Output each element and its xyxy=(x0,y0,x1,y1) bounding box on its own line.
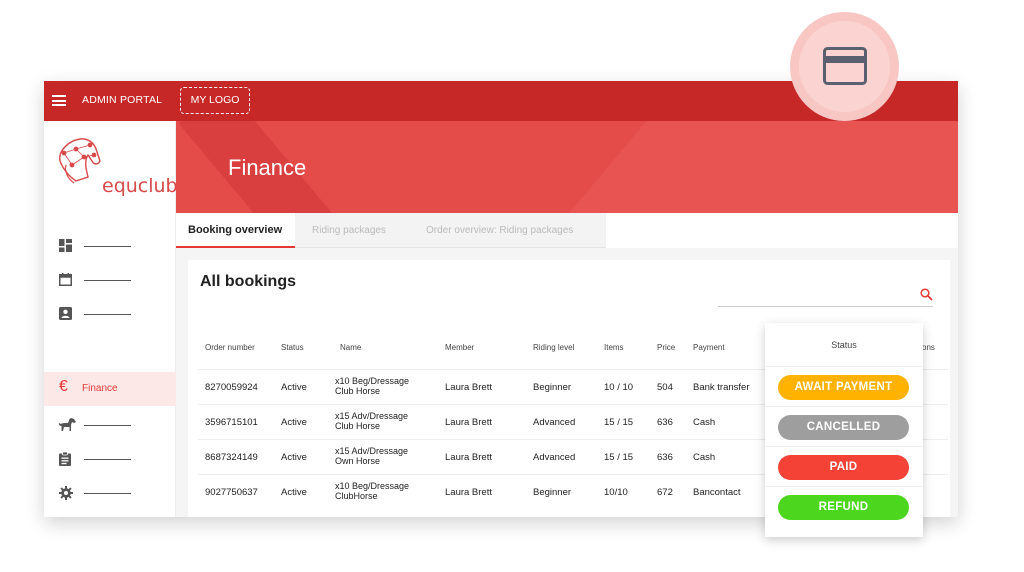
column-header[interactable]: Member xyxy=(445,343,474,352)
booking-name: x15 Adv/Dressage Club Horse xyxy=(335,411,409,431)
column-header[interactable]: Name xyxy=(340,343,361,352)
column-header[interactable]: Order number xyxy=(205,343,255,352)
tab-riding-packages[interactable]: Riding packages xyxy=(312,213,386,248)
logo-placeholder[interactable]: MY LOGO xyxy=(180,87,250,114)
price: 636 xyxy=(657,417,673,428)
price: 636 xyxy=(657,452,673,463)
card-title: All bookings xyxy=(200,273,296,290)
dashboard-icon xyxy=(59,239,73,253)
member: Laura Brett xyxy=(445,382,492,393)
member: Laura Brett xyxy=(445,487,492,498)
euro-icon: € xyxy=(59,378,68,395)
payment: Cash xyxy=(693,452,716,463)
gear-icon xyxy=(59,486,73,500)
status-await-payment-button[interactable]: AWAIT PAYMENT xyxy=(778,375,909,400)
portal-title: ADMIN PORTAL xyxy=(82,94,163,106)
calendar-icon xyxy=(59,273,73,287)
clipboard-icon xyxy=(59,451,73,466)
order-number: 9027750637 xyxy=(205,487,258,498)
sidebar-item-calendar[interactable] xyxy=(44,263,176,297)
riding-level: Advanced xyxy=(533,417,576,428)
sidebar-label-placeholder xyxy=(84,314,131,315)
status-option: CANCELLED xyxy=(765,408,923,447)
price: 504 xyxy=(657,382,673,393)
payment: Bank transfer xyxy=(693,382,750,393)
column-header[interactable]: Payment xyxy=(693,343,725,352)
status-paid-button[interactable]: PAID xyxy=(778,455,909,480)
riding-level: Beginner xyxy=(533,382,572,393)
sidebar-item-finance[interactable]: € Finance xyxy=(44,372,176,406)
sidebar-item-horses[interactable] xyxy=(44,408,176,442)
sidebar-label-placeholder xyxy=(84,425,131,426)
status-dropdown-header: Status xyxy=(765,323,923,367)
sidebar-item-dashboard[interactable] xyxy=(44,229,176,263)
sidebar-label-placeholder xyxy=(84,459,131,460)
tab-booking-overview[interactable]: Booking overview xyxy=(176,213,295,248)
decorative-stripe xyxy=(520,121,958,213)
price: 672 xyxy=(657,487,673,498)
tab-bar: Booking overview Riding packages Order o… xyxy=(176,213,958,248)
status-option: AWAIT PAYMENT xyxy=(765,368,923,407)
status: Active xyxy=(281,452,307,463)
status-cancelled-button[interactable]: CANCELLED xyxy=(778,415,909,440)
column-header[interactable]: Riding level xyxy=(533,343,574,352)
member: Laura Brett xyxy=(445,417,492,428)
booking-name: x10 Beg/Dressage ClubHorse xyxy=(335,481,410,501)
member: Laura Brett xyxy=(445,452,492,463)
tab-order-overview[interactable]: Order overview: Riding packages xyxy=(426,213,573,248)
status-option: REFUND xyxy=(765,488,923,527)
search-input[interactable] xyxy=(718,306,933,307)
sidebar-label-placeholder xyxy=(84,246,131,247)
booking-name: x15 Adv/Dressage Own Horse xyxy=(335,446,409,466)
menu-icon[interactable] xyxy=(52,95,66,106)
column-header[interactable]: Status xyxy=(281,343,304,352)
sidebar-label-placeholder xyxy=(84,493,131,494)
riding-level: Advanced xyxy=(533,452,576,463)
sidebar-label-placeholder xyxy=(84,280,131,281)
riding-level: Beginner xyxy=(533,487,572,498)
sidebar-item-label: Finance xyxy=(82,383,118,394)
items: 15 / 15 xyxy=(604,417,634,428)
items: 10 / 10 xyxy=(604,382,634,393)
status: Active xyxy=(281,417,307,428)
sidebar: equclub € Finance xyxy=(44,121,178,517)
status-refund-button[interactable]: REFUND xyxy=(778,495,909,520)
status: Active xyxy=(281,487,307,498)
stage: ADMIN PORTAL MY LOGO equclub € Finance F… xyxy=(0,0,1024,572)
column-header[interactable]: Items xyxy=(604,343,624,352)
credit-card-badge xyxy=(790,12,899,121)
status-option: PAID xyxy=(765,448,923,487)
order-number: 3596715101 xyxy=(205,417,258,428)
items: 15 / 15 xyxy=(604,452,634,463)
sidebar-item-contacts[interactable] xyxy=(44,297,176,331)
payment: Bancontact xyxy=(693,487,741,498)
brand-logo[interactable]: equclub xyxy=(50,131,178,203)
order-number: 8687324149 xyxy=(205,452,258,463)
status: Active xyxy=(281,382,307,393)
page-header: Finance xyxy=(176,121,958,213)
column-header[interactable]: Price xyxy=(657,343,675,352)
page-title: Finance xyxy=(228,155,307,180)
horse-logo-icon xyxy=(59,138,101,184)
search-icon[interactable] xyxy=(920,288,934,302)
payment: Cash xyxy=(693,417,716,428)
horse-icon xyxy=(58,418,76,432)
booking-name: x10 Beg/Dressage Club Horse xyxy=(335,376,410,396)
brand-name: equclub xyxy=(102,175,178,197)
sidebar-item-assignments[interactable] xyxy=(44,442,176,476)
credit-card-icon xyxy=(823,47,867,85)
status-dropdown: Status AWAIT PAYMENT CANCELLED PAID REFU… xyxy=(765,323,923,537)
order-number: 8270059924 xyxy=(205,382,258,393)
sidebar-item-settings[interactable] xyxy=(44,476,176,510)
items: 10/10 xyxy=(604,487,628,498)
contact-card-icon xyxy=(59,307,73,321)
column-header[interactable]: ons xyxy=(922,343,935,352)
tab-bar-filler xyxy=(606,213,958,248)
